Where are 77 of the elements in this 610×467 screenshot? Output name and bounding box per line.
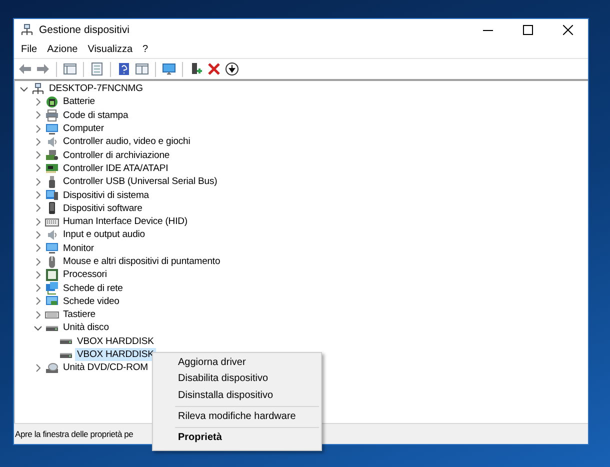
chevron-right-icon[interactable]: [33, 256, 43, 266]
tree-item[interactable]: Controller audio, video e giochi: [61, 135, 192, 148]
battery-icon: [45, 94, 59, 109]
maximize-icon: [523, 25, 533, 35]
computer-icon: [20, 23, 34, 37]
chevron-right-icon[interactable]: [33, 176, 43, 187]
chevron-right-icon[interactable]: [33, 216, 43, 227]
tree-item[interactable]: Controller IDE ATA/ATAPI: [61, 162, 170, 175]
chevron-right-icon[interactable]: [33, 243, 43, 254]
help-icon[interactable]: [117, 62, 131, 76]
chevron-right-icon[interactable]: [33, 203, 43, 214]
menu-item[interactable]: Aggiorna driver: [153, 355, 321, 372]
computer-case-icon: [45, 188, 59, 202]
close-icon: [563, 25, 573, 35]
chevron-right-icon[interactable]: [33, 310, 43, 320]
tree-item[interactable]: Human Interface Device (HID): [61, 215, 190, 228]
tree-item[interactable]: Input e output audio: [61, 228, 147, 242]
tree-item[interactable]: VBOX HARDDISK: [75, 334, 156, 348]
tree-item[interactable]: Batterie: [61, 95, 97, 108]
chevron-right-icon[interactable]: [33, 163, 43, 174]
monitor-icon: [45, 122, 59, 136]
chevron-right-icon[interactable]: [33, 296, 43, 306]
menu-item[interactable]: Disabilita dispositivo: [153, 371, 321, 388]
properties-icon[interactable]: [90, 62, 104, 76]
tree-item[interactable]: Schede video: [61, 294, 122, 308]
delete-icon[interactable]: [207, 62, 221, 76]
forward-arrow-icon[interactable]: [36, 62, 50, 76]
tree-item[interactable]: Mouse e altri dispositivi di puntamento: [61, 255, 222, 268]
window-title: Gestione dispositivi: [39, 24, 130, 36]
window-icon[interactable]: [135, 62, 149, 76]
chevron-right-icon[interactable]: [33, 136, 43, 147]
tree-item[interactable]: Unità disco: [61, 321, 111, 334]
tree-item[interactable]: Unità DVD/CD-ROM: [61, 361, 150, 374]
tree-item[interactable]: Tastiere: [61, 308, 98, 322]
tree-item[interactable]: Dispositivi di sistema: [61, 188, 151, 202]
menu-item[interactable]: Rileva modifiche hardware: [153, 408, 321, 426]
download-icon[interactable]: [225, 62, 239, 76]
chevron-right-icon[interactable]: [33, 124, 43, 134]
tree-item[interactable]: Computer: [61, 122, 106, 136]
tree-item[interactable]: VBOX HARDDISK: [75, 348, 156, 362]
menu-item[interactable]: Proprietà: [153, 430, 321, 446]
chevron-right-icon[interactable]: [33, 110, 43, 120]
chevron-right-icon[interactable]: [33, 190, 43, 200]
chevron-right-icon[interactable]: [33, 362, 43, 373]
add-driver-icon[interactable]: [189, 62, 203, 76]
monitor-icon[interactable]: [162, 62, 176, 76]
chevron-right-icon[interactable]: [33, 230, 43, 240]
tree-item[interactable]: Code di stampa: [61, 108, 130, 122]
tree-item[interactable]: Controller USB (Universal Serial Bus): [61, 175, 220, 188]
tree-item[interactable]: Processori: [61, 268, 109, 282]
speaker-icon: [45, 134, 59, 149]
computer-icon: [31, 82, 45, 96]
chip-icon: [45, 268, 59, 282]
chevron-right-icon[interactable]: [33, 96, 43, 107]
menu-item[interactable]: Azione: [42, 44, 83, 55]
chevron-right-icon[interactable]: [33, 283, 43, 294]
back-arrow-icon[interactable]: [18, 62, 32, 76]
chevron-right-icon[interactable]: [33, 150, 43, 160]
status-text: Apre la finestra delle proprietà pe: [15, 429, 134, 439]
storage-controller-icon: [45, 148, 59, 162]
network-icon: [45, 281, 59, 296]
optical-drive-icon: [45, 360, 59, 375]
monitor-icon: [45, 241, 59, 256]
tree-item[interactable]: Schede di rete: [61, 282, 125, 295]
tree-item[interactable]: DESKTOP-7FNCNMG: [47, 82, 145, 96]
speaker-icon: [45, 228, 59, 242]
chevron-right-icon[interactable]: [33, 270, 43, 280]
printer-icon: [45, 108, 59, 122]
panel-icon[interactable]: [63, 62, 77, 76]
menu-item[interactable]: Visualizza: [82, 44, 138, 55]
tree-item[interactable]: Controller di archiviazione: [61, 148, 172, 162]
menu-item[interactable]: Disinstalla dispositivo: [153, 388, 321, 404]
menu-item[interactable]: File: [16, 44, 42, 55]
menu-item[interactable]: ?: [138, 44, 154, 55]
tree-item[interactable]: Dispositivi software: [61, 202, 144, 215]
tree-item[interactable]: Monitor: [61, 242, 96, 255]
expansion-card-icon: [45, 161, 59, 176]
